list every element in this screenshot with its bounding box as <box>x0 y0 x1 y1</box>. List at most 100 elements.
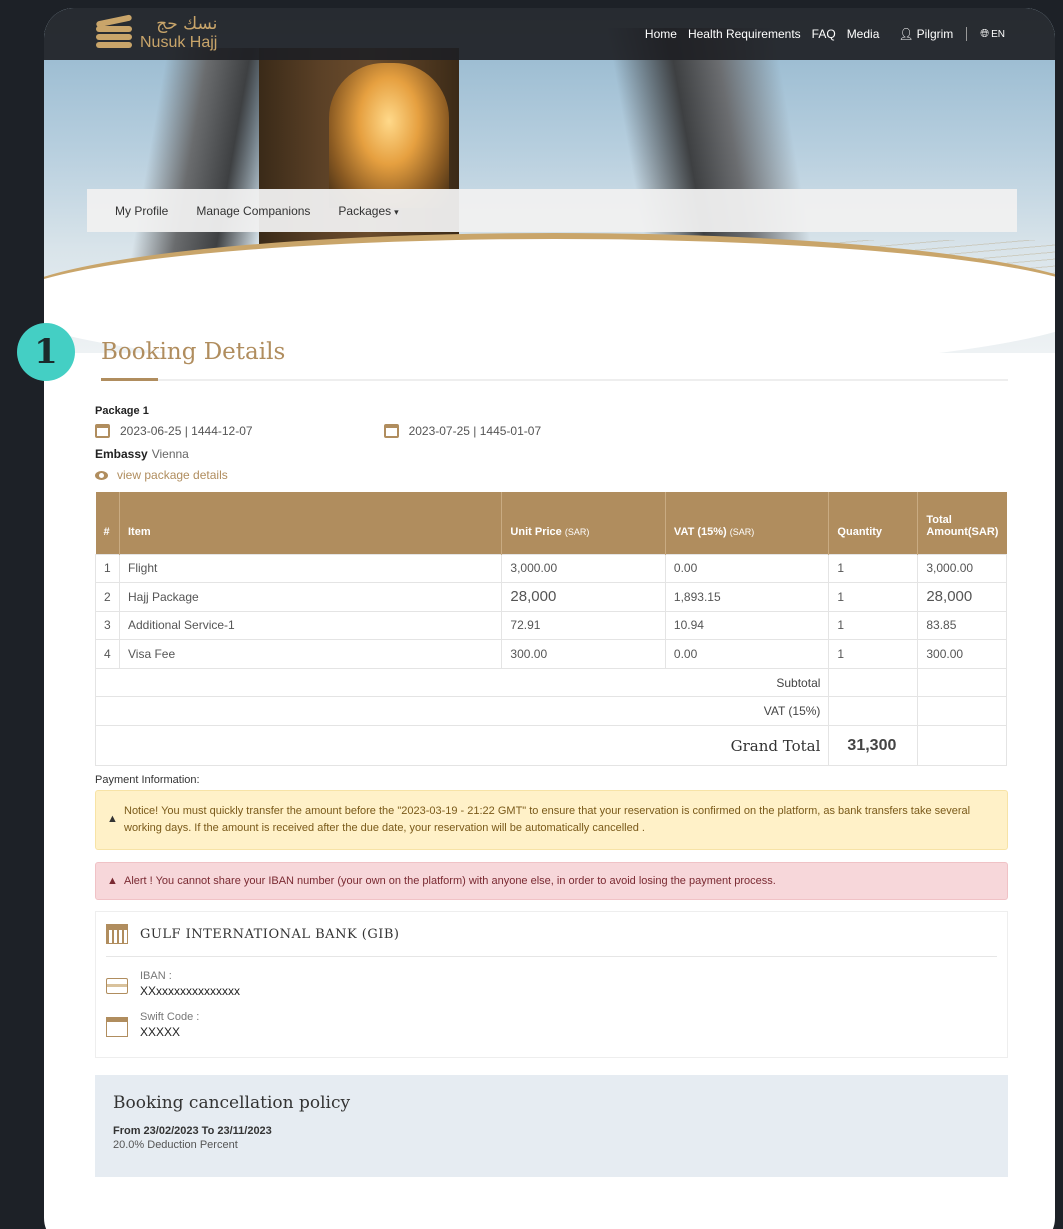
iban-row: IBAN : XXxxxxxxxxxxxxxx <box>106 970 997 998</box>
row-qty: 1 <box>828 553 919 584</box>
payment-notice: ▲ Notice! You must quickly transfer the … <box>95 790 1008 851</box>
bank-building-icon <box>106 924 128 945</box>
main-nav: Home Health Requirements FAQ Media 👤︎ Pil… <box>645 26 1005 41</box>
row-vat: 0.00 <box>664 553 830 584</box>
table-row: 2 Hajj Package 28,000 1,893.15 1 28,000 <box>95 582 1007 612</box>
col-header-num: # <box>95 492 120 554</box>
step-number-badge: 1 <box>17 323 75 381</box>
table-row: 4 Visa Fee 300.00 0.00 1 300.00 <box>95 639 1007 669</box>
start-date-text: 2023-06-25 | 1444-12-07 <box>120 424 253 438</box>
nav-health-requirements[interactable]: Health Requirements <box>688 27 801 41</box>
nav-divider <box>966 26 968 41</box>
row-item: Additional Service-1 <box>118 610 503 641</box>
cancellation-policy: Booking cancellation policy From 23/02/2… <box>95 1075 1008 1178</box>
grand-total-value: 31,300 <box>828 725 919 767</box>
iban-value: XXxxxxxxxxxxxxxx <box>140 984 241 999</box>
table-header-row: # Item Unit Price (SAR) VAT (15%) (SAR) … <box>95 492 1007 554</box>
booking-content: Booking Details Package 1 2023-06-25 | 1… <box>94 333 1008 1178</box>
caret-down-icon: ▾ <box>394 206 399 217</box>
swift-row: Swift Code : XXXXX <box>106 1011 997 1039</box>
end-date-text: 2023-07-25 | 1445-01-07 <box>408 424 542 438</box>
row-unit-price: 72.91 <box>501 610 666 641</box>
grand-total-row: Grand Total 31,300 <box>94 725 1007 767</box>
notice-text: Notice! You must quickly transfer the am… <box>124 805 971 835</box>
eye-icon <box>95 470 108 480</box>
col-header-unit-price: Unit Price (SAR) <box>501 492 666 554</box>
vat-total-total <box>917 696 1007 727</box>
row-qty: 1 <box>828 582 919 612</box>
policy-date-range: From 23/02/2023 To 23/11/2023 <box>113 1125 272 1138</box>
col-header-item: Item <box>119 492 503 554</box>
lantern-image <box>329 63 449 208</box>
nav-home[interactable]: Home <box>645 27 677 41</box>
bank-details-card: GULF INTERNATIONAL BANK (GIB) IBAN : XXx… <box>95 911 1008 1059</box>
bank-name: GULF INTERNATIONAL BANK (GIB) <box>140 926 400 942</box>
row-vat: 10.94 <box>664 610 830 641</box>
alert-warning-icon: ▲ <box>107 875 118 888</box>
nav-media[interactable]: Media <box>847 27 880 41</box>
row-unit-price: 300.00 <box>501 639 666 669</box>
title-divider <box>101 378 1008 381</box>
top-navbar: نسك حج Nusuk Hajj Home Health Requiremen… <box>44 8 1055 60</box>
vat-row: VAT (15%) <box>94 696 1007 727</box>
vat-total-label: VAT (15%) <box>94 696 830 727</box>
row-num: 2 <box>95 582 120 612</box>
vat-total-value <box>828 696 919 727</box>
row-vat: 1,893.15 <box>664 582 830 612</box>
row-total: 300.00 <box>917 639 1007 669</box>
iban-label: IBAN : <box>140 970 172 983</box>
swift-value: XXXXX <box>140 1025 181 1040</box>
package-dates: 2023-06-25 | 1444-12-07 2023-07-25 | 144… <box>95 424 1008 438</box>
bank-icon <box>106 1017 128 1038</box>
bank-header: GULF INTERNATIONAL BANK (GIB) <box>106 924 997 958</box>
row-item: Visa Fee <box>118 639 503 669</box>
calendar-end-icon <box>383 424 399 438</box>
payment-info-title: Payment Information: <box>95 774 200 787</box>
nusuk-logo[interactable]: نسك حج Nusuk Hajj <box>94 14 217 52</box>
embassy-label: Embassy <box>95 447 148 461</box>
nav-faq[interactable]: FAQ <box>812 27 836 41</box>
language-switcher[interactable]: 🌐︎ EN <box>980 26 1005 41</box>
row-total: 28,000 <box>917 582 1007 612</box>
package-label: Package 1 <box>95 405 149 417</box>
user-icon: 👤︎ <box>898 26 914 41</box>
end-date: 2023-07-25 | 1445-01-07 <box>383 424 542 438</box>
grand-total-empty <box>917 725 1007 767</box>
row-unit-price: 3,000.00 <box>501 553 666 584</box>
globe-icon: 🌐︎ <box>980 28 990 40</box>
row-num: 3 <box>95 610 120 641</box>
iban-alert: ▲ Alert ! You cannot share your IBAN num… <box>95 862 1008 901</box>
subtotal-row: Subtotal <box>94 667 1007 698</box>
view-package-details-link[interactable]: view package details <box>95 468 1008 482</box>
table-row: 1 Flight 3,000.00 0.00 1 3,000.00 <box>95 553 1007 584</box>
view-package-details-text: view package details <box>117 468 228 482</box>
col-header-vat: VAT (15%) (SAR) <box>665 492 830 554</box>
subnav-manage-companions[interactable]: Manage Companions <box>196 204 310 218</box>
row-item: Hajj Package <box>118 582 503 612</box>
calendar-start-icon <box>95 424 110 438</box>
nav-user-menu[interactable]: 👤︎ Pilgrim <box>898 27 953 41</box>
subtotal-total <box>917 667 1007 698</box>
row-num: 4 <box>95 639 120 669</box>
credit-card-icon <box>106 978 128 995</box>
row-item: Flight <box>118 553 503 584</box>
kaaba-logo-icon <box>94 14 134 52</box>
warning-icon: ▲ <box>107 813 118 826</box>
profile-subnav: My Profile Manage Companions Packages ▾ <box>87 189 1017 232</box>
page-title: Booking Details <box>101 339 286 365</box>
policy-deduction: 20.0% Deduction Percent <box>113 1139 238 1152</box>
row-total: 83.85 <box>917 610 1007 641</box>
booking-items-table: # Item Unit Price (SAR) VAT (15%) (SAR) … <box>94 492 1007 767</box>
start-date: 2023-06-25 | 1444-12-07 <box>95 424 253 438</box>
swift-label: Swift Code : <box>140 1011 200 1024</box>
policy-title: Booking cancellation policy <box>113 1093 351 1114</box>
table-row: 3 Additional Service-1 72.91 10.94 1 83.… <box>95 610 1007 641</box>
row-num: 1 <box>95 553 120 584</box>
embassy-info: Embassy Vienna <box>95 447 1008 461</box>
row-qty: 1 <box>828 610 919 641</box>
row-vat: 0.00 <box>664 639 830 669</box>
subnav-packages[interactable]: Packages ▾ <box>338 204 398 218</box>
language-label: EN <box>991 29 1005 40</box>
subnav-my-profile[interactable]: My Profile <box>115 204 168 218</box>
subtotal-label: Subtotal <box>94 667 830 698</box>
